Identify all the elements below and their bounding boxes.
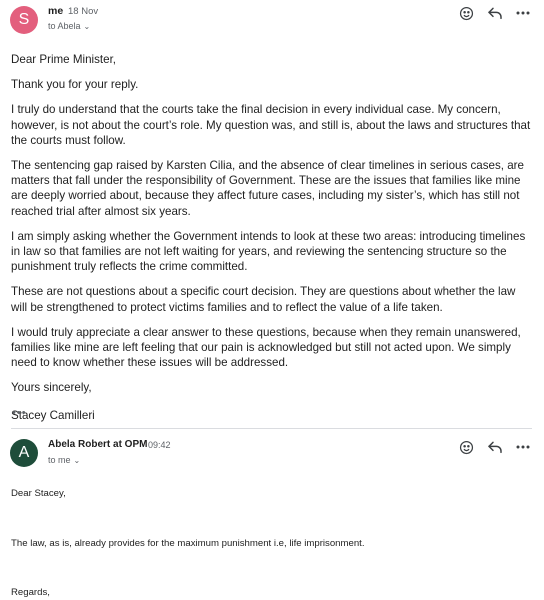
paragraph: I would truly appreciate a clear answer … <box>11 325 521 370</box>
reply-button[interactable] <box>486 438 504 456</box>
recipient-label: to Abela <box>48 21 81 31</box>
message-body: Dear Prime Minister, Thank you for your … <box>11 52 531 433</box>
message-header: S me 18 Nov to Abela ⌄ <box>0 0 544 40</box>
chevron-down-icon: ⌄ <box>73 456 81 465</box>
recipient-toggle[interactable]: to Abela ⌄ <box>48 21 90 31</box>
paragraph: The sentencing gap raised by Karsten Cil… <box>11 159 524 218</box>
paragraph: I am simply asking whether the Governmen… <box>11 229 526 274</box>
signature: Stacey Camilleri <box>11 408 95 422</box>
more-icon <box>516 445 530 449</box>
reply-greeting: Dear Stacey, <box>11 488 66 499</box>
paragraph: Thank you for your reply. <box>11 78 139 92</box>
reply-button[interactable] <box>486 4 504 22</box>
chevron-down-icon: ⌄ <box>83 22 91 31</box>
divider <box>11 428 532 429</box>
salutation: Dear Prime Minister, <box>11 53 117 66</box>
emoji-icon <box>459 440 473 454</box>
more-options-button[interactable] <box>514 4 532 22</box>
recipient-label: to me <box>48 455 71 465</box>
more-icon <box>516 11 530 15</box>
message-date: 18 Nov <box>68 6 99 17</box>
sender-name[interactable]: me <box>48 5 63 17</box>
paragraph: I truly do understand that the courts ta… <box>11 103 531 147</box>
recipient-toggle[interactable]: to me ⌄ <box>48 455 80 465</box>
sender-name[interactable]: Abela Robert at OPM <box>48 439 147 450</box>
reply-body: The law, as is, already provides for the… <box>11 538 365 549</box>
emoji-react-button[interactable] <box>457 438 475 456</box>
message-time: 09:42 <box>148 440 171 450</box>
more-options-button[interactable] <box>514 438 532 456</box>
reply-closing: Regards, <box>11 587 50 598</box>
reply-icon <box>488 441 502 454</box>
paragraph: These are not questions about a specific… <box>11 285 516 314</box>
emoji-react-button[interactable] <box>457 4 475 22</box>
message-header: A Abela Robert at OPM 09:42 to me ⌄ <box>0 436 544 476</box>
show-quoted-text-button[interactable]: ••• <box>12 407 27 419</box>
avatar[interactable]: A <box>10 439 38 467</box>
signoff: Yours sincerely, <box>11 381 92 395</box>
avatar[interactable]: S <box>10 6 38 34</box>
emoji-icon <box>459 6 473 20</box>
reply-icon <box>488 7 502 20</box>
